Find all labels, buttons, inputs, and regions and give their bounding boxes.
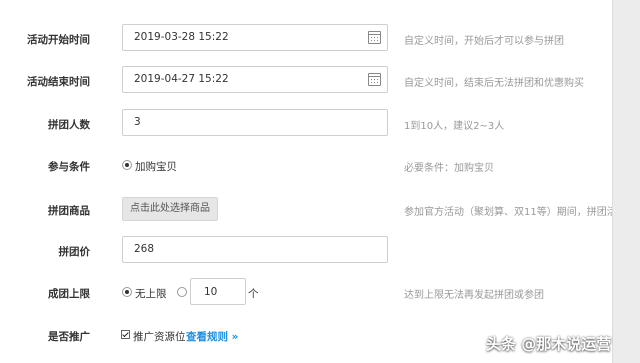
form-panel: 活动开始时间 2019-03-28 15:22 自定义时间，开始后才可以参与拼团… (0, 0, 613, 363)
condition-label: 参与条件 (48, 161, 90, 173)
view-rules-link[interactable]: 查看规则 » (186, 329, 238, 344)
promote-checkbox[interactable] (121, 330, 130, 339)
start-time-input[interactable]: 2019-03-28 15:22 (122, 24, 388, 51)
group-size-input[interactable]: 3 (122, 109, 388, 136)
calendar-icon[interactable] (368, 31, 381, 44)
limit-label: 成团上限 (48, 288, 90, 300)
group-size-hint: 1到10人，建议2~3人 (404, 121, 505, 132)
start-time-label: 活动开始时间 (27, 34, 90, 46)
goods-label: 拼团商品 (48, 205, 90, 217)
promote-label: 是否推广 (48, 331, 90, 343)
limit-row: 成团上限 无上限 10 个 达到上限无法再发起拼团或参团 (0, 278, 612, 306)
condition-row: 参与条件 加购宝贝 必要条件：加购宝贝 (0, 156, 612, 176)
promote-checkbox-label: 推广资源位 (133, 331, 186, 343)
watermark: 头条 @那木说运营 (486, 335, 612, 353)
start-time-row: 活动开始时间 2019-03-28 15:22 自定义时间，开始后才可以参与拼团 (0, 24, 612, 52)
goods-hint: 参加官方活动（聚划算、双11等）期间，拼团活 (404, 207, 613, 218)
group-size-row: 拼团人数 3 1到10人，建议2~3人 (0, 109, 612, 137)
price-label: 拼团价 (58, 246, 91, 258)
condition-hint: 必要条件：加购宝贝 (404, 163, 494, 174)
condition-option-label: 加购宝贝 (135, 161, 177, 173)
end-time-row: 活动结束时间 2019-04-27 15:22 自定义时间，结束后无法拼团和优惠… (0, 66, 612, 94)
limit-unlimited-label: 无上限 (135, 288, 167, 300)
limit-unlimited-radio[interactable] (122, 287, 132, 297)
limit-value: 10 (204, 286, 218, 298)
condition-radio[interactable] (122, 160, 132, 170)
end-time-label: 活动结束时间 (27, 76, 90, 88)
limit-unit: 个 (248, 288, 259, 300)
end-time-input[interactable]: 2019-04-27 15:22 (122, 66, 388, 93)
limit-custom-radio[interactable] (177, 287, 187, 297)
end-time-hint: 自定义时间，结束后无法拼团和优惠购买 (404, 78, 584, 89)
calendar-icon[interactable] (368, 73, 381, 86)
price-input[interactable]: 268 (122, 236, 388, 263)
group-size-value: 3 (134, 116, 141, 128)
end-time-value: 2019-04-27 15:22 (134, 73, 229, 85)
select-goods-button[interactable]: 点击此处选择商品 (122, 197, 218, 221)
limit-hint: 达到上限无法再发起拼团或参团 (404, 290, 544, 301)
limit-value-input[interactable]: 10 (190, 278, 246, 305)
group-size-label: 拼团人数 (48, 119, 90, 131)
start-time-hint: 自定义时间，开始后才可以参与拼团 (404, 36, 564, 47)
price-row: 拼团价 268 (0, 236, 612, 264)
goods-row: 拼团商品 点击此处选择商品 参加官方活动（聚划算、双11等）期间，拼团活 (0, 196, 612, 222)
price-value: 268 (134, 243, 155, 255)
start-time-value: 2019-03-28 15:22 (134, 31, 229, 43)
